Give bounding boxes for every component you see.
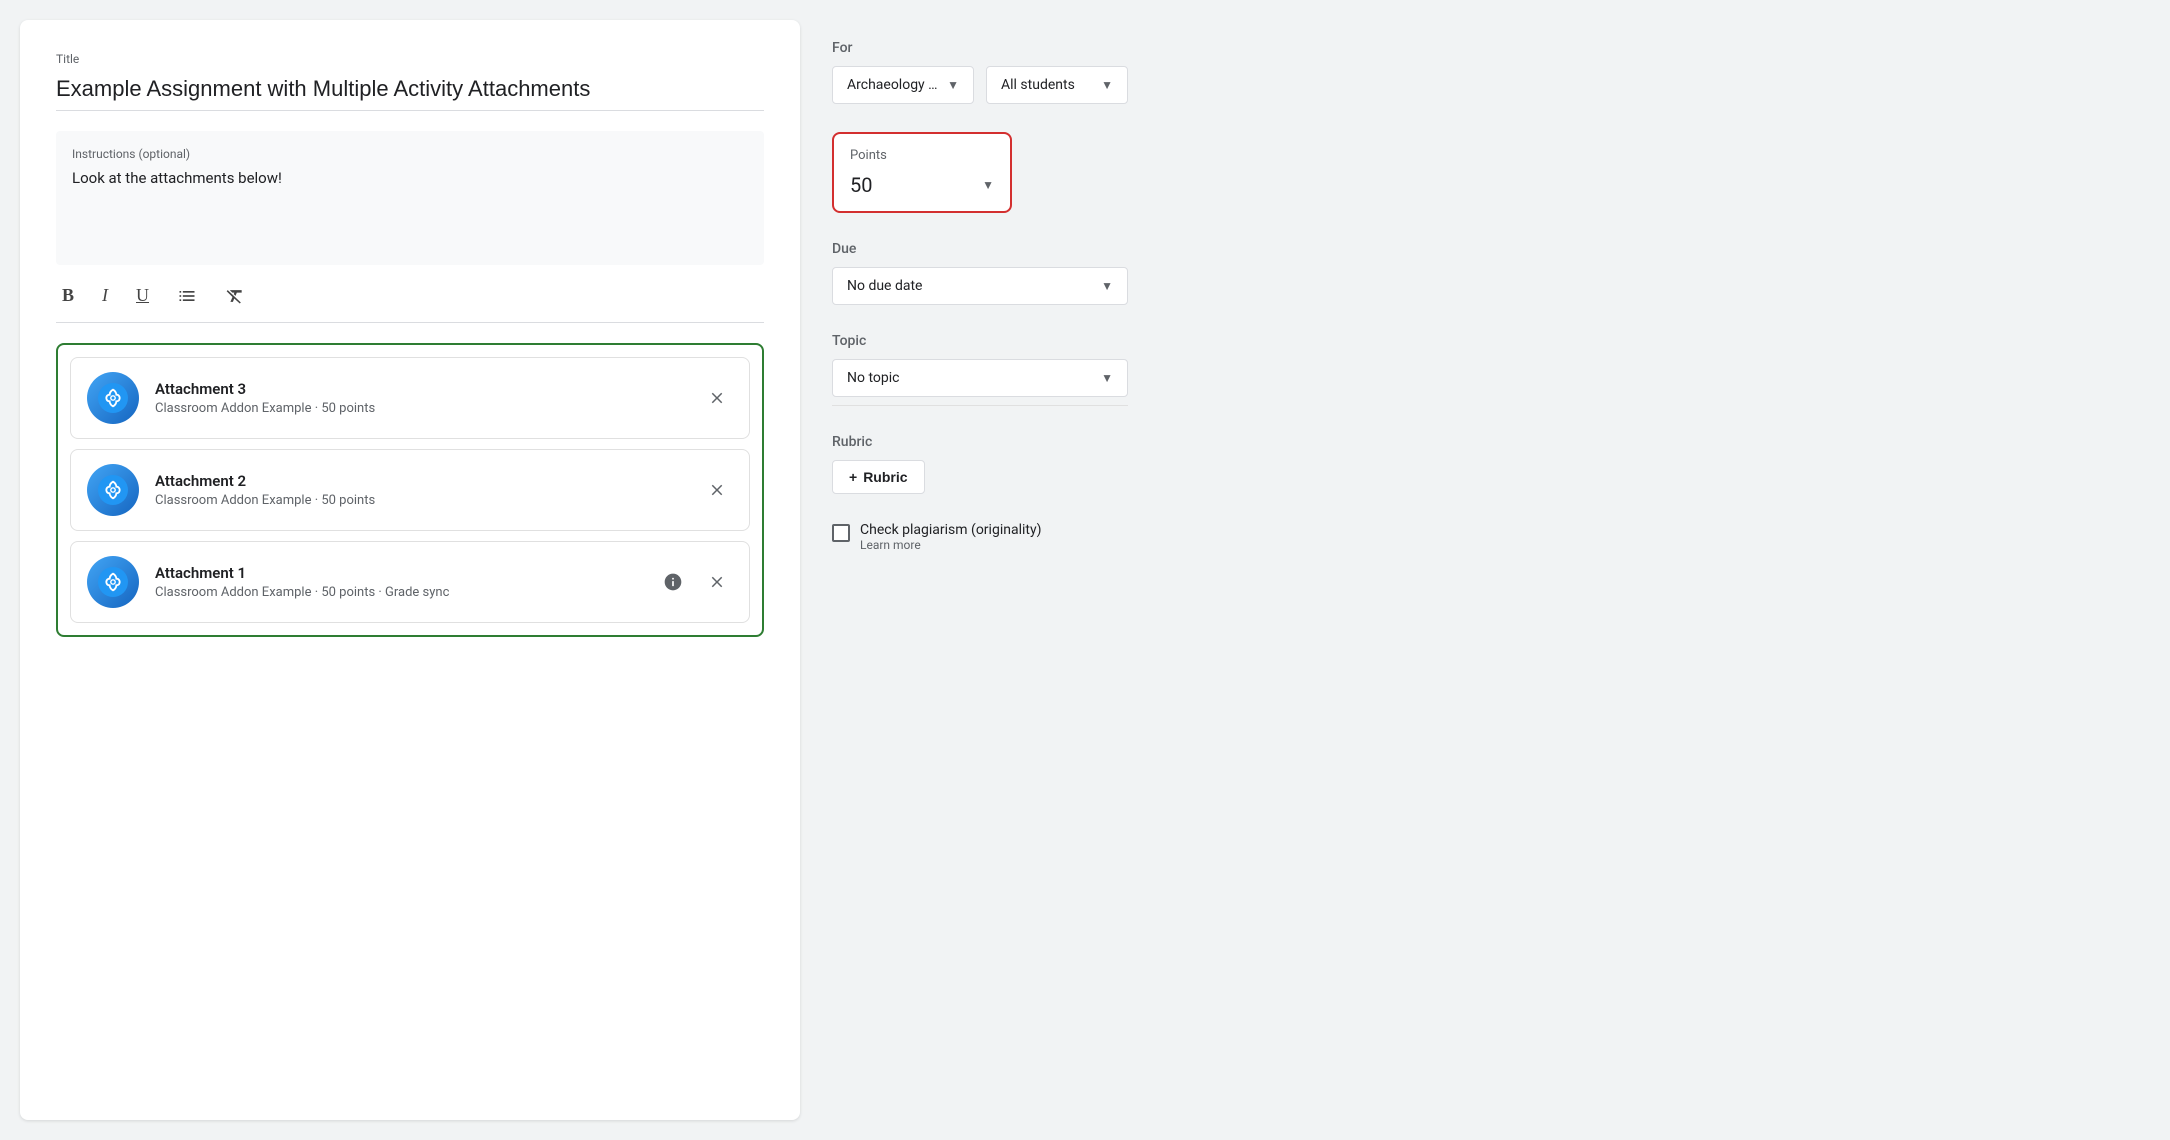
due-section: Due No due date ▼ bbox=[832, 241, 1128, 305]
title-section: Title bbox=[56, 52, 764, 111]
attachment-icon-2 bbox=[87, 464, 139, 516]
attachment-name-1: Attachment 1 bbox=[155, 564, 641, 582]
students-dropdown-value: All students bbox=[1001, 77, 1075, 93]
addon-icon bbox=[98, 567, 128, 597]
underline-button[interactable]: U bbox=[130, 281, 155, 310]
close-icon bbox=[708, 481, 726, 499]
attachment-name-3: Attachment 3 bbox=[155, 380, 685, 398]
points-label: Points bbox=[850, 148, 994, 163]
attachment-actions-2 bbox=[701, 474, 733, 506]
assignment-form: Title Instructions (optional) Look at th… bbox=[20, 20, 800, 1120]
due-date-dropdown[interactable]: No due date ▼ bbox=[832, 267, 1128, 305]
due-date-arrow: ▼ bbox=[1101, 279, 1113, 293]
list-icon bbox=[177, 286, 197, 306]
class-dropdown-value: Archaeology ... bbox=[847, 77, 939, 93]
due-date-value: No due date bbox=[847, 278, 922, 294]
list-button[interactable] bbox=[171, 282, 203, 310]
points-value: 50 bbox=[850, 173, 872, 197]
for-row: Archaeology ... ▼ All students ▼ bbox=[832, 66, 1128, 104]
students-dropdown-arrow: ▼ bbox=[1101, 78, 1113, 92]
remove-attachment-2-button[interactable] bbox=[701, 474, 733, 506]
italic-icon: I bbox=[102, 285, 108, 306]
plagiarism-row: Check plagiarism (originality) Learn mor… bbox=[832, 522, 1128, 552]
class-dropdown-arrow: ▼ bbox=[947, 78, 959, 92]
attachment-item: Attachment 3 Classroom Addon Example · 5… bbox=[70, 357, 750, 439]
add-rubric-button[interactable]: + Rubric bbox=[832, 460, 925, 494]
addon-icon bbox=[98, 383, 128, 413]
rubric-label: Rubric bbox=[832, 434, 1128, 450]
students-dropdown[interactable]: All students ▼ bbox=[986, 66, 1128, 104]
attachment-meta-3: Classroom Addon Example · 50 points bbox=[155, 401, 685, 416]
for-section: For Archaeology ... ▼ All students ▼ bbox=[832, 40, 1128, 104]
remove-attachment-1-button[interactable] bbox=[701, 566, 733, 598]
assignment-sidebar: For Archaeology ... ▼ All students ▼ Poi… bbox=[800, 20, 1160, 1120]
divider bbox=[832, 405, 1128, 406]
clear-format-button[interactable] bbox=[219, 282, 251, 310]
bold-icon: B bbox=[62, 285, 74, 306]
topic-label: Topic bbox=[832, 333, 1128, 349]
attachment-icon-1 bbox=[87, 556, 139, 608]
instructions-label: Instructions (optional) bbox=[72, 147, 748, 161]
close-icon bbox=[708, 573, 726, 591]
instructions-text[interactable]: Look at the attachments below! bbox=[72, 169, 748, 249]
plagiarism-text-group: Check plagiarism (originality) Learn mor… bbox=[860, 522, 1041, 552]
close-icon bbox=[708, 389, 726, 407]
attachment-actions-1 bbox=[657, 566, 733, 598]
points-section: Points 50 ▼ bbox=[832, 132, 1128, 213]
points-dropdown-arrow: ▼ bbox=[982, 178, 994, 192]
text-toolbar: B I U bbox=[56, 281, 764, 323]
topic-dropdown-arrow: ▼ bbox=[1101, 371, 1113, 385]
rubric-section: Rubric + Rubric bbox=[832, 434, 1128, 494]
attachment-name-2: Attachment 2 bbox=[155, 472, 685, 490]
attachment-info-3: Attachment 3 Classroom Addon Example · 5… bbox=[155, 380, 685, 416]
info-attachment-1-button[interactable] bbox=[657, 566, 689, 598]
plagiarism-label: Check plagiarism (originality) bbox=[860, 522, 1041, 538]
topic-value: No topic bbox=[847, 370, 899, 386]
rubric-button-label: Rubric bbox=[863, 469, 907, 485]
points-value-row: 50 ▼ bbox=[850, 173, 994, 197]
attachment-icon-3 bbox=[87, 372, 139, 424]
topic-dropdown[interactable]: No topic ▼ bbox=[832, 359, 1128, 397]
instructions-section: Instructions (optional) Look at the atta… bbox=[56, 131, 764, 265]
attachment-meta-1: Classroom Addon Example · 50 points · Gr… bbox=[155, 585, 641, 600]
class-dropdown[interactable]: Archaeology ... ▼ bbox=[832, 66, 974, 104]
rubric-plus-icon: + bbox=[849, 469, 857, 485]
attachment-item: Attachment 2 Classroom Addon Example · 5… bbox=[70, 449, 750, 531]
remove-attachment-3-button[interactable] bbox=[701, 382, 733, 414]
plagiarism-checkbox[interactable] bbox=[832, 524, 850, 542]
attachment-actions-3 bbox=[701, 382, 733, 414]
title-label: Title bbox=[56, 52, 764, 66]
topic-section: Topic No topic ▼ bbox=[832, 333, 1128, 406]
underline-icon: U bbox=[136, 285, 149, 306]
for-label: For bbox=[832, 40, 1128, 56]
bold-button[interactable]: B bbox=[56, 281, 80, 310]
attachment-info-1: Attachment 1 Classroom Addon Example · 5… bbox=[155, 564, 641, 600]
points-dropdown[interactable]: ▼ bbox=[966, 178, 994, 192]
attachment-item: Attachment 1 Classroom Addon Example · 5… bbox=[70, 541, 750, 623]
info-icon bbox=[663, 572, 683, 592]
attachment-info-2: Attachment 2 Classroom Addon Example · 5… bbox=[155, 472, 685, 508]
italic-button[interactable]: I bbox=[96, 281, 114, 310]
due-label: Due bbox=[832, 241, 1128, 257]
clear-format-icon bbox=[225, 286, 245, 306]
learn-more-link[interactable]: Learn more bbox=[860, 538, 1041, 552]
attachments-container: Attachment 3 Classroom Addon Example · 5… bbox=[56, 343, 764, 637]
addon-icon bbox=[98, 475, 128, 505]
attachment-meta-2: Classroom Addon Example · 50 points bbox=[155, 493, 685, 508]
title-input[interactable] bbox=[56, 72, 764, 111]
points-box: Points 50 ▼ bbox=[832, 132, 1012, 213]
